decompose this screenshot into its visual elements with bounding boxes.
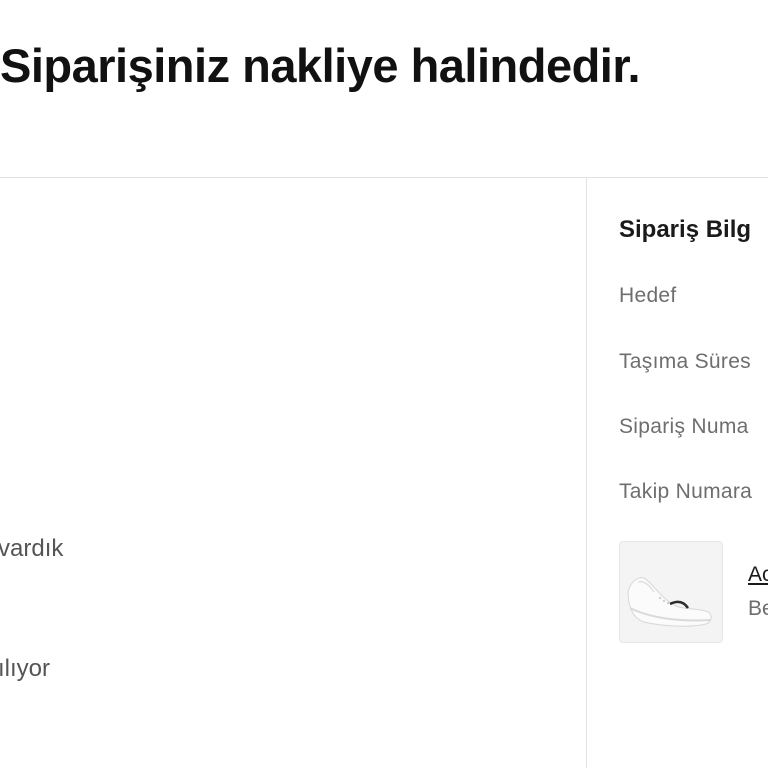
timeline-step: ktarılıyor [0,655,50,683]
timeline-step-label: ına vardık [0,535,64,562]
timeline-step: ına vardık [0,535,63,563]
order-tracking-page: Siparişiniz nakliye halindedir. ına vard… [0,0,768,768]
shipping-timeline: ına vardık ktarılıyor [0,178,586,768]
order-number-label: Sipariş Numa [619,415,749,438]
order-info-panel: Sipariş Bilg Hedef Taşıma Süres Sipariş … [619,178,768,768]
tracking-number-label: Takip Numara [619,480,753,503]
order-info-title: Sipariş Bilg [619,216,752,243]
product-item: Ac Be [619,541,768,645]
sneaker-image-icon [620,542,722,642]
column-divider [586,177,587,768]
product-thumbnail[interactable] [619,541,723,643]
timeline-step-label: ktarılıyor [0,655,51,682]
page-title: Siparişiniz nakliye halindedir. [0,39,641,92]
transit-time-label: Taşıma Süres [619,350,751,373]
destination-label: Hedef [619,284,677,307]
product-name-link[interactable]: Ac [748,563,768,587]
product-variant: Be [748,597,768,620]
